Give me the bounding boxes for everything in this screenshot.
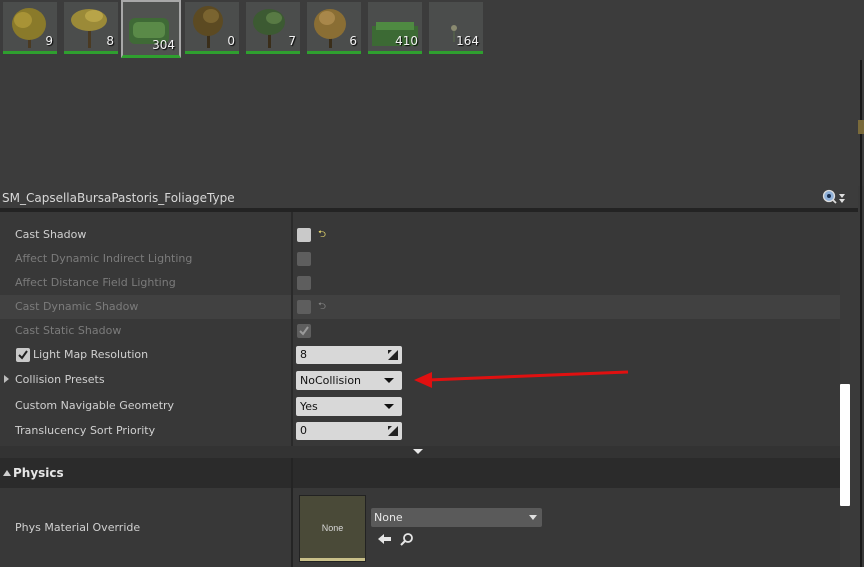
property-label: Affect Dynamic Indirect Lighting	[15, 252, 193, 265]
category-title: Physics	[13, 466, 64, 480]
cut-off-row	[0, 212, 840, 216]
foliage-thumb-6[interactable]: 6	[307, 2, 361, 54]
details-title: SM_CapsellaBursaPastoris_FoliageType	[2, 191, 235, 205]
foliage-count: 304	[152, 38, 175, 52]
column-splitter[interactable]	[291, 212, 293, 446]
view-options-button[interactable]	[822, 189, 846, 205]
foliage-count: 9	[45, 34, 53, 48]
foliage-palette: 9 8 304 0 7 6 410 164	[0, 0, 864, 186]
reset-to-default-icon[interactable]: ⮌	[318, 299, 326, 316]
checkmark-icon	[299, 326, 309, 336]
property-label: Cast Dynamic Shadow	[15, 300, 139, 313]
chevron-down-icon	[413, 449, 423, 454]
cast-shadow-checkbox[interactable]	[297, 228, 311, 242]
nav-value: Yes	[300, 400, 318, 413]
row-light-map-resolution: Light Map Resolution 8	[0, 343, 840, 367]
property-list: Cast Shadow ⮌ Affect Dynamic Indirect Li…	[0, 212, 840, 446]
sort-value: 0	[300, 424, 307, 437]
row-cast-static-shadow: Cast Static Shadow	[0, 319, 840, 343]
foliage-thumb-1[interactable]: 9	[3, 2, 57, 54]
foliage-thumb-8[interactable]: 164	[429, 2, 483, 54]
foliage-count: 6	[349, 34, 357, 48]
collision-value: NoCollision	[300, 374, 362, 387]
spin-arrow-icon	[388, 426, 398, 436]
reset-to-default-icon[interactable]: ⮌	[318, 227, 326, 244]
row-cast-shadow: Cast Shadow ⮌	[0, 223, 840, 247]
collision-presets-dropdown[interactable]: NoCollision	[296, 371, 402, 390]
foliage-count: 8	[106, 34, 114, 48]
affect-distance-checkbox[interactable]	[297, 276, 311, 290]
property-label: Light Map Resolution	[33, 348, 149, 361]
property-label: Collision Presets	[15, 373, 105, 386]
property-label: Translucency Sort Priority	[15, 424, 156, 437]
lightmap-resolution-input[interactable]: 8	[296, 346, 402, 364]
checkmark-icon	[18, 350, 28, 360]
foliage-thumb-5[interactable]: 7	[246, 2, 300, 54]
foliage-thumb-7[interactable]: 410	[368, 2, 422, 54]
spin-arrow-icon	[388, 350, 398, 360]
phys-material-combo[interactable]: None	[371, 508, 542, 527]
column-splitter[interactable]	[291, 458, 293, 567]
foliage-thumb-3-selected[interactable]: 304	[121, 0, 181, 58]
thumbnail-label: None	[321, 523, 344, 533]
row-translucency-sort: Translucency Sort Priority 0	[0, 419, 840, 443]
asset-type-bar	[300, 558, 365, 561]
override-lightmap-checkbox[interactable]	[16, 348, 30, 362]
details-scrollbar[interactable]	[840, 384, 850, 506]
affect-indirect-checkbox[interactable]	[297, 252, 311, 266]
foliage-thumb-2[interactable]: 8	[64, 2, 118, 54]
advanced-toggle-bar[interactable]	[0, 446, 840, 458]
property-label: Cast Static Shadow	[15, 324, 122, 337]
row-cast-dynamic-shadow: Cast Dynamic Shadow ⮌	[0, 295, 840, 319]
row-affect-distance: Affect Distance Field Lighting	[0, 271, 840, 295]
property-label: Cast Shadow	[15, 228, 87, 241]
panel-divider	[860, 60, 862, 567]
panel-edge-marker	[858, 120, 864, 134]
chevron-down-icon	[384, 378, 394, 383]
foliage-count: 7	[288, 34, 296, 48]
property-label: Affect Distance Field Lighting	[15, 276, 176, 289]
collapse-arrow-icon	[3, 470, 11, 476]
foliage-count: 0	[227, 34, 235, 48]
row-custom-navigable-geometry: Custom Navigable Geometry Yes	[0, 394, 840, 418]
foliage-thumb-4[interactable]: 0	[185, 2, 239, 54]
foliage-count: 410	[395, 34, 418, 48]
foliage-count: 164	[456, 34, 479, 48]
material-thumbnail[interactable]: None	[299, 495, 366, 562]
row-phys-material-override: Phys Material Override None None	[0, 488, 840, 567]
expand-arrow-icon[interactable]	[4, 375, 9, 383]
combo-value: None	[374, 511, 403, 524]
annotation-arrow-icon	[414, 370, 629, 388]
row-affect-indirect: Affect Dynamic Indirect Lighting	[0, 247, 840, 271]
details-header: SM_CapsellaBursaPastoris_FoliageType	[0, 186, 858, 208]
asset-actions	[377, 532, 417, 548]
eye-search-icon	[822, 189, 845, 204]
property-label: Phys Material Override	[15, 521, 141, 534]
use-selected-arrow-icon[interactable]	[377, 532, 393, 548]
lightmap-value: 8	[300, 348, 307, 361]
category-physics[interactable]: Physics	[0, 458, 840, 488]
cast-static-checkbox[interactable]	[297, 324, 311, 338]
property-label: Custom Navigable Geometry	[15, 399, 175, 412]
chevron-down-icon	[529, 515, 537, 520]
navigable-geometry-dropdown[interactable]: Yes	[296, 397, 402, 416]
translucency-sort-input[interactable]: 0	[296, 422, 402, 440]
cast-dynamic-checkbox[interactable]	[297, 300, 311, 314]
browse-search-icon[interactable]	[399, 532, 415, 548]
chevron-down-icon	[384, 404, 394, 409]
